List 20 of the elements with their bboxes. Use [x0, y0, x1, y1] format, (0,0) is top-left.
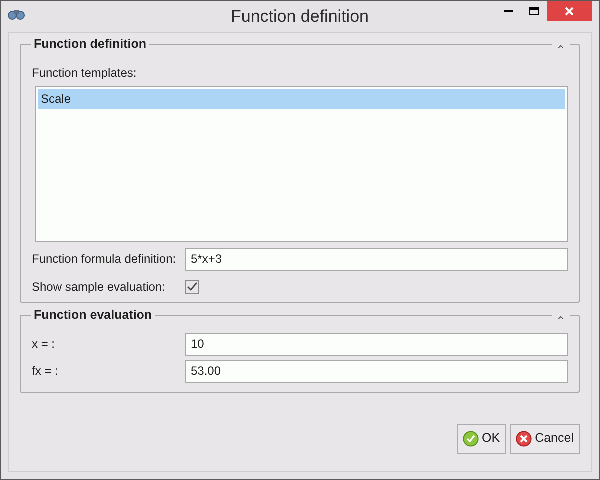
close-button[interactable] — [547, 1, 592, 21]
window-title: Function definition — [231, 6, 369, 28]
close-icon — [565, 6, 574, 16]
cancel-icon — [516, 430, 532, 447]
formula-input[interactable]: 5*x+3 — [185, 248, 568, 271]
value-input[interactable]: 53.00 — [185, 360, 568, 383]
field-label: Show sample evaluation: — [32, 278, 166, 296]
group-title: Function definition — [33, 36, 148, 53]
cancel-button[interactable]: Cancel — [510, 424, 580, 454]
field-label: Function formula definition: — [32, 251, 178, 268]
field-label: Function templates: — [32, 64, 138, 80]
binoculars-icon — [8, 9, 25, 20]
ok-button[interactable]: OK — [457, 424, 506, 454]
field-label: x = : — [32, 336, 56, 354]
list-item[interactable]: Scale — [38, 88, 565, 109]
value-input[interactable]: 10 — [185, 332, 568, 356]
checkbox[interactable] — [185, 280, 199, 294]
check-icon — [463, 430, 480, 447]
group-title: Function evaluation — [33, 307, 154, 324]
field-label: fx = : — [32, 363, 60, 380]
